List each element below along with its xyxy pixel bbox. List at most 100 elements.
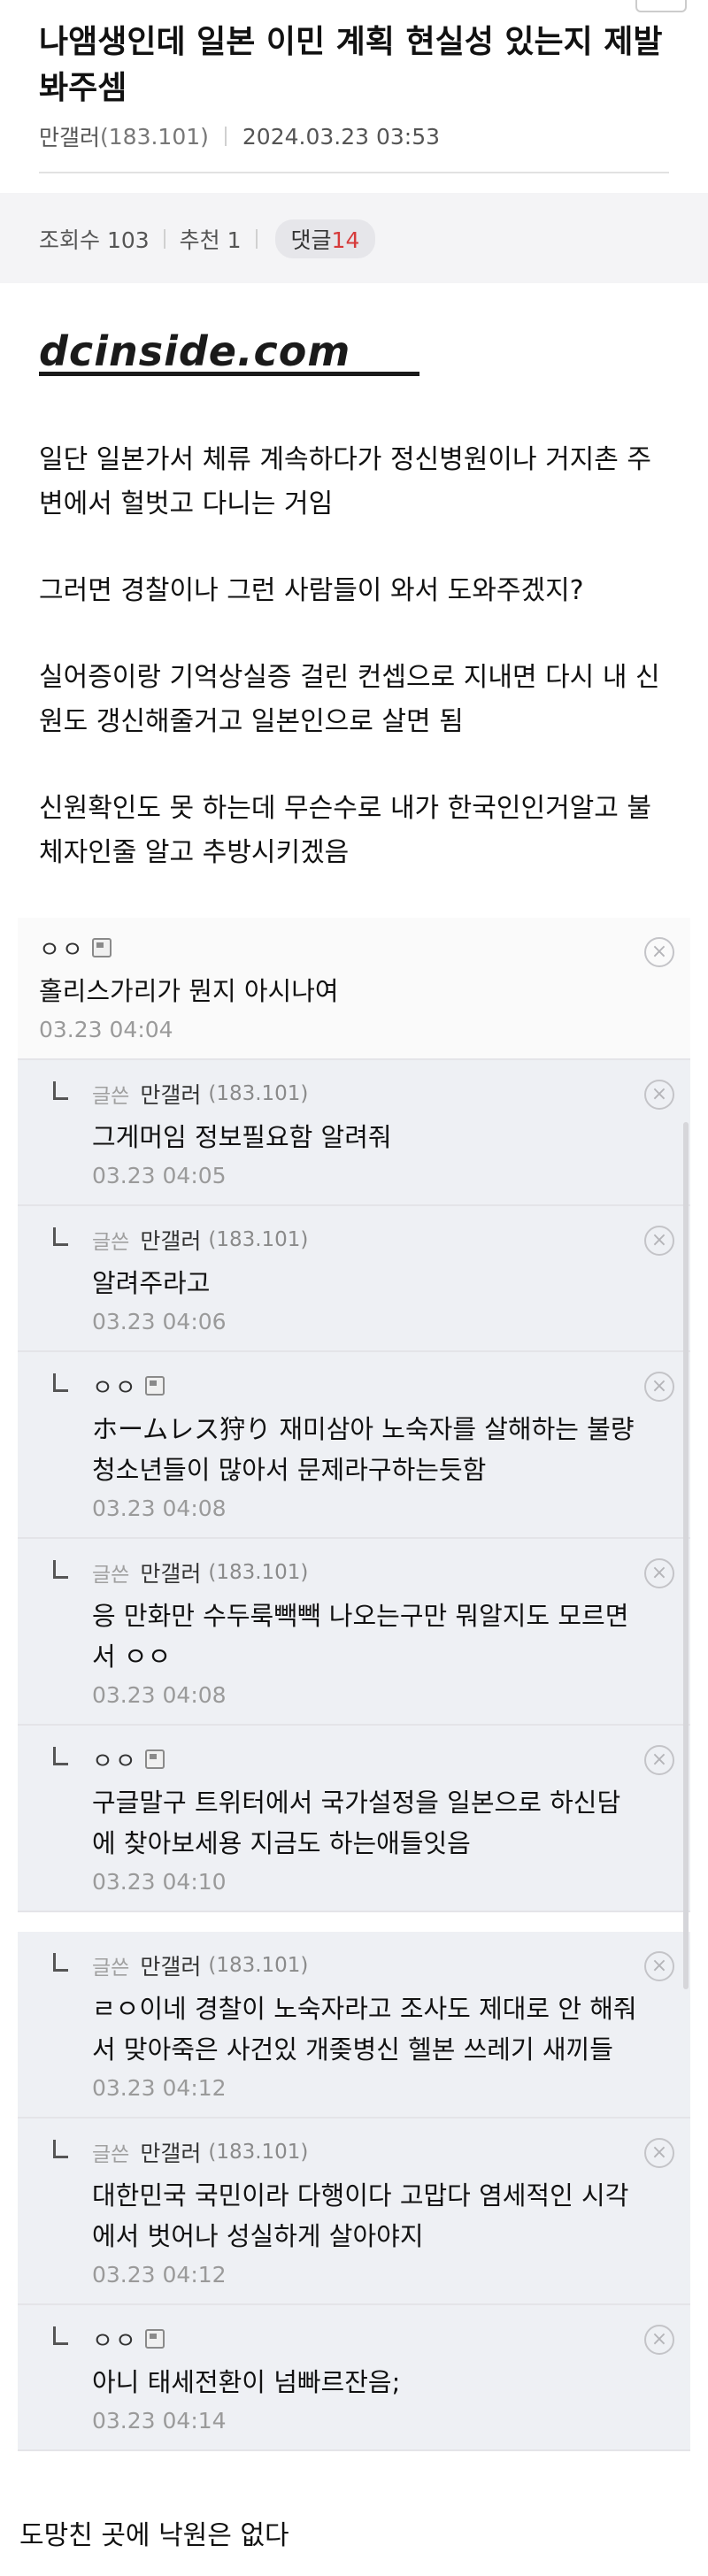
comment-text: 홀리스가리가 뭔지 아시나여	[39, 976, 339, 1006]
delete-comment-icon[interactable]: ×	[644, 1558, 674, 1588]
reply-arrow-icon	[53, 1953, 68, 1972]
comment-text: 아니 태세전환이 넘빠르잔음;	[92, 2367, 401, 2397]
reply-arrow-icon	[53, 1081, 68, 1100]
reply-arrow-icon	[53, 2140, 68, 2158]
comment-date: 03.23 04:14	[92, 2408, 227, 2434]
delete-comment-icon[interactable]: ×	[644, 1745, 674, 1775]
author-badge: 글쓴	[92, 1231, 130, 1254]
comment-date: 03.23 04:06	[92, 1309, 227, 1334]
fixed-user-icon	[144, 1749, 165, 1769]
comment-nickname[interactable]: 만갤러	[140, 1557, 201, 1588]
reply-item: ㅇㅇ ホームレス狩り 재미삼아 노숙자를 살해하는 불량청소년들이 많아서 문제…	[18, 1352, 690, 1539]
post-author-ip: (183.101)	[100, 123, 209, 150]
comment-text: ㄹㅇ이네 경찰이 노숙자라고 조사도 제대로 안 해줘서 맞아죽은 사건있 개좆…	[92, 1994, 637, 2065]
comment-nickname[interactable]: 만갤러	[140, 1224, 201, 1256]
delete-comment-icon[interactable]: ×	[644, 1372, 674, 1402]
comment-date: 03.23 04:12	[92, 2075, 227, 2101]
comment-ip: (183.101)	[208, 2141, 309, 2164]
reply-item: 글쓴 만갤러 (183.101) 대한민국 국민이라 다행이다 고맙다 염세적인…	[18, 2118, 690, 2305]
watermark-logo-area: dcinside.com	[0, 283, 708, 403]
author-badge: 글쓴	[92, 1564, 130, 1587]
post-author[interactable]: 만갤러	[39, 120, 100, 152]
delete-comment-icon[interactable]: ×	[644, 1226, 674, 1256]
comment-item: ㅇㅇ 홀리스가리가 뭔지 아시나여 03.23 04:04 ×	[18, 918, 690, 1060]
author-badge: 글쓴	[92, 1957, 130, 1980]
post-datetime: 2024.03.23 03:53	[242, 123, 441, 150]
post-header: 나앰생인데 일본 이민 계획 현실성 있는지 제발 봐주셈 만갤러 (183.1…	[0, 0, 708, 173]
comment-date: 03.23 04:05	[92, 1163, 227, 1188]
comment-ip: (183.101)	[208, 1082, 309, 1105]
comment-text: 대한민국 국민이라 다행이다 고맙다 염세적인 시각에서 벗어나 성실하게 살아…	[92, 2180, 629, 2251]
comment-text: 그게머임 정보필요함 알려줘	[92, 1122, 392, 1152]
comments-label: 댓글	[290, 227, 332, 253]
comment-nickname[interactable]: 만갤러	[140, 2136, 201, 2168]
comment-nickname[interactable]: ㅇㅇ	[92, 2323, 138, 2356]
delete-comment-icon[interactable]: ×	[644, 2138, 674, 2168]
fixed-user-icon	[144, 1376, 165, 1396]
comment-header: ㅇㅇ	[92, 1370, 637, 1402]
comment-header: 글쓴 만갤러 (183.101)	[92, 1949, 637, 1981]
comment-text: 알려주라고	[92, 1268, 211, 1298]
reply-item: 글쓴 만갤러 (183.101) 그게머임 정보필요함 알려줘 03.23 04…	[18, 1060, 690, 1206]
reply-item: 글쓴 만갤러 (183.101) 알려주라고 03.23 04:06 ×	[18, 1206, 690, 1352]
views-count: 조회수 103	[39, 227, 150, 253]
comment-nickname[interactable]: ㅇㅇ	[39, 932, 85, 965]
comment-header: ㅇㅇ	[92, 1743, 637, 1775]
delete-comment-icon[interactable]: ×	[644, 1951, 674, 1981]
reply-item: 글쓴 만갤러 (183.101) ㄹㅇ이네 경찰이 노숙자라고 조사도 제대로 …	[18, 1932, 690, 2118]
delete-comment-icon[interactable]: ×	[644, 2325, 674, 2355]
comment-nickname[interactable]: ㅇㅇ	[92, 1743, 138, 1776]
reply-arrow-icon	[53, 2326, 68, 2345]
post-body: 일단 일본가서 체류 계속하다가 정신병원이나 거지촌 주변에서 헐벗고 다니는…	[0, 403, 708, 875]
comment-nickname[interactable]: ㅇㅇ	[92, 1370, 138, 1403]
body-paragraph: 일단 일본가서 체류 계속하다가 정신병원이나 거지촌 주변에서 헐벗고 다니는…	[39, 444, 652, 519]
reply-item: ㅇㅇ 구글말구 트위터에서 국가설정을 일본으로 하신담에 찾아보세용 지금도 …	[18, 1726, 690, 1912]
reply-arrow-icon	[53, 1227, 68, 1246]
dcinside-logo: dcinside.com	[39, 327, 351, 375]
reply-arrow-icon	[53, 1373, 68, 1392]
comment-date: 03.23 04:04	[39, 1017, 173, 1042]
body-paragraph: 신원확인도 못 하는데 무슨수로 내가 한국인인거알고 불체자인줄 알고 추방시…	[39, 793, 652, 868]
comment-date: 03.23 04:10	[92, 1869, 227, 1895]
comment-nickname[interactable]: 만갤러	[140, 1078, 201, 1110]
post-stats-bar: 조회수 103 추천 1 댓글14	[0, 193, 708, 283]
comments-count: 14	[331, 227, 360, 253]
meta-divider	[224, 127, 227, 146]
top-right-button[interactable]	[635, 0, 687, 12]
comment-ip: (183.101)	[208, 1954, 309, 1977]
comment-ip: (183.101)	[208, 1561, 309, 1584]
delete-comment-icon[interactable]: ×	[644, 1080, 674, 1110]
stats-divider	[255, 229, 258, 249]
body-paragraph: 그러면 경찰이나 그런 사람들이 와서 도와주겠지?	[39, 575, 584, 606]
comment-header: 글쓴 만갤러 (183.101)	[92, 2136, 637, 2168]
reply-item: ㅇㅇ 아니 태세전환이 넘빠르잔음; 03.23 04:14 ×	[18, 2305, 690, 2451]
comment-date: 03.23 04:08	[92, 1496, 227, 1521]
comment-nickname[interactable]: 만갤러	[140, 1949, 201, 1981]
comment-header: 글쓴 만갤러 (183.101)	[92, 1224, 637, 1256]
comment-header: ㅇㅇ	[92, 2323, 637, 2355]
stats-divider	[163, 229, 165, 249]
recommend-count: 추천 1	[179, 227, 242, 253]
reply-arrow-icon	[53, 1560, 68, 1579]
comment-header: 글쓴 만갤러 (183.101)	[92, 1078, 637, 1110]
author-badge: 글쓴	[92, 1085, 130, 1108]
comment-text: ホームレス狩り 재미삼아 노숙자를 살해하는 불량청소년들이 많아서 문제라구하…	[92, 1414, 635, 1485]
comment-scrollbar[interactable]	[683, 1122, 689, 1989]
comment-header: ㅇㅇ	[39, 932, 637, 964]
delete-comment-icon[interactable]: ×	[644, 937, 674, 967]
comment-date: 03.23 04:12	[92, 2262, 227, 2288]
caption-text: 도망친 곳에 낙원은 없다	[19, 2520, 289, 2551]
comment-date: 03.23 04:08	[92, 1682, 227, 1708]
body-paragraph: 실어증이랑 기억상실증 걸린 컨셉으로 지내면 다시 내 신원도 갱신해줄거고 …	[39, 662, 660, 737]
author-badge: 글쓴	[92, 2143, 130, 2166]
comment-ip: (183.101)	[208, 1228, 309, 1251]
comment-text: 응 만화만 수두룩빽빽 나오는구만 뭐알지도 모르면서 ㅇㅇ	[92, 1601, 629, 1672]
comment-header: 글쓴 만갤러 (183.101)	[92, 1557, 637, 1588]
fixed-user-icon	[144, 2329, 165, 2349]
comments-count-button[interactable]: 댓글14	[274, 219, 376, 258]
post-stats: 조회수 103 추천 1 댓글14	[39, 219, 669, 258]
fixed-user-icon	[91, 938, 112, 957]
reply-item: 글쓴 만갤러 (183.101) 응 만화만 수두룩빽빽 나오는구만 뭐알지도 …	[18, 1539, 690, 1726]
post-title: 나앰생인데 일본 이민 계획 현실성 있는지 제발 봐주셈	[39, 24, 663, 106]
reply-arrow-icon	[53, 1747, 68, 1765]
